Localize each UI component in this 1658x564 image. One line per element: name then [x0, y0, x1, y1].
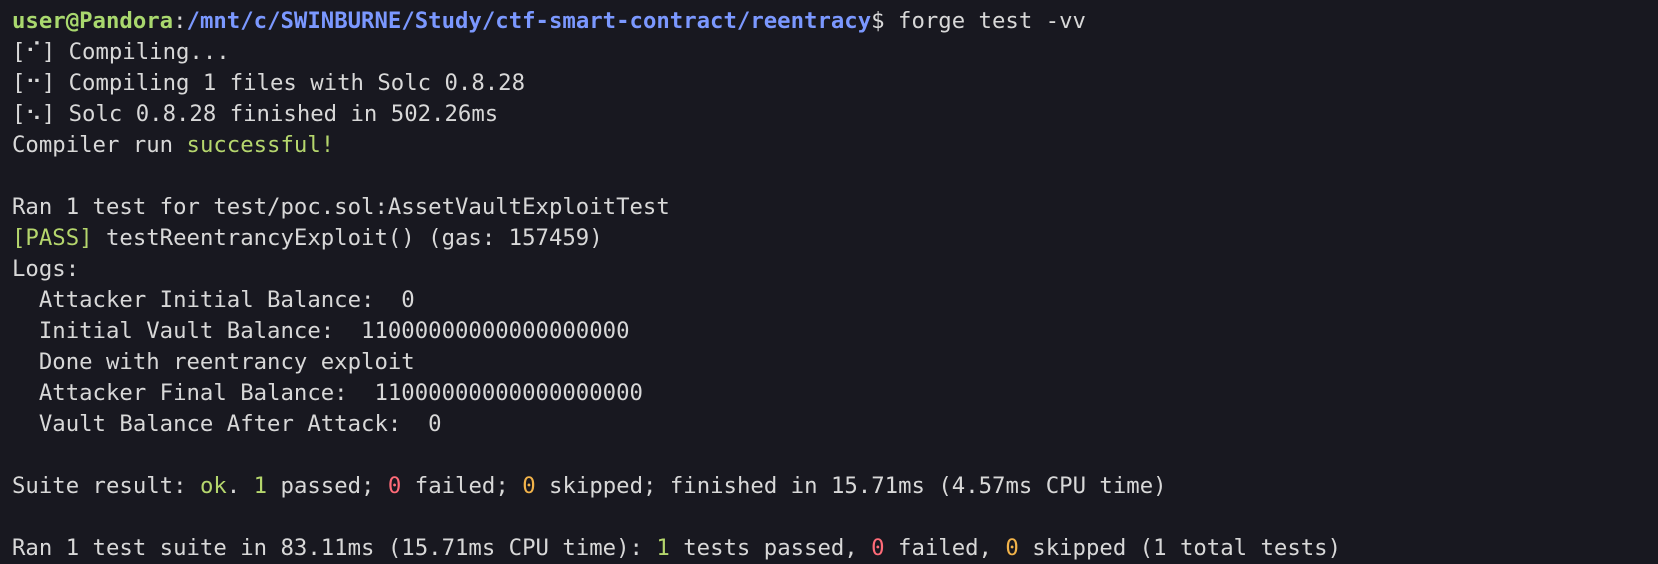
- compile-text: Solc 0.8.28 finished in 502.26ms: [55, 101, 499, 127]
- prompt-line: user@Pandora:/mnt/c/SWINBURNE/Study/ctf-…: [12, 6, 1658, 37]
- summary-skipped-text: skipped (1 total tests): [1018, 535, 1342, 561]
- compile-line-3: [⠢] Solc 0.8.28 finished in 502.26ms: [12, 99, 1658, 130]
- suite-passed-count: 1: [253, 473, 268, 499]
- summary-prefix: Ran 1 test suite in 83.11ms (15.71ms CPU…: [12, 535, 657, 561]
- log-line: Initial Vault Balance: 11000000000000000…: [12, 318, 630, 344]
- logs-label: Logs:: [12, 256, 80, 282]
- log-line: Done with reentrancy exploit: [12, 349, 415, 375]
- summary-passed-count: 1: [656, 535, 670, 561]
- suite-passed-text: passed;: [267, 473, 388, 499]
- spinner-icon: [⠢]: [12, 101, 56, 127]
- summary-skipped-count: 0: [1005, 535, 1019, 561]
- prompt-symbol: $: [871, 8, 885, 34]
- prompt-user: user@Pandora: [12, 8, 174, 34]
- compile-text: Compiling...: [55, 39, 230, 65]
- compiler-success-line: Compiler run successful!: [12, 130, 1658, 161]
- terminal-window[interactable]: user@Pandora:/mnt/c/SWINBURNE/Study/ctf-…: [0, 0, 1658, 561]
- suite-failed-text: failed;: [401, 473, 523, 499]
- pass-line: [PASS] testReentrancyExploit() (gas: 157…: [12, 223, 1658, 254]
- log-line: Vault Balance After Attack: 0: [12, 411, 442, 437]
- compile-text: Compiling 1 files with Solc 0.8.28: [55, 70, 526, 96]
- log-line: Attacker Initial Balance: 0: [12, 287, 415, 313]
- suite-skipped-count: 0: [522, 473, 536, 499]
- prompt-path: /mnt/c/SWINBURNE/Study/ctf-smart-contrac…: [186, 8, 872, 34]
- suite-result-line: Suite result: ok. 1 passed; 0 failed; 0 …: [12, 471, 1658, 502]
- suite-ok: ok: [199, 473, 227, 499]
- ran-test-line: Ran 1 test for test/poc.sol:AssetVaultEx…: [12, 194, 670, 220]
- spinner-icon: [⠊]: [12, 39, 56, 65]
- summary-failed-text: failed,: [884, 535, 1006, 561]
- suite-failed-count: 0: [387, 473, 402, 499]
- compile-line-1: [⠊] Compiling...: [12, 37, 1658, 68]
- pass-tag: [PASS]: [12, 225, 93, 251]
- spinner-icon: [⠒]: [12, 70, 56, 96]
- suite-prefix: Suite result:: [12, 473, 200, 499]
- summary-passed-text: tests passed,: [669, 535, 872, 561]
- prompt-separator: :: [173, 8, 187, 34]
- suite-skipped-text: skipped; finished in 15.71ms (4.57ms CPU…: [535, 473, 1167, 499]
- log-line: Attacker Final Balance: 1100000000000000…: [12, 380, 643, 406]
- summary-failed-count: 0: [871, 535, 885, 561]
- prompt-command: forge test -vv: [884, 8, 1086, 34]
- pass-test-name: testReentrancyExploit() (gas: 157459): [92, 225, 603, 251]
- suite-dot: .: [226, 473, 254, 499]
- summary-line: Ran 1 test suite in 83.11ms (15.71ms CPU…: [12, 533, 1658, 564]
- compile-line-2: [⠒] Compiling 1 files with Solc 0.8.28: [12, 68, 1658, 99]
- compiler-success-prefix: Compiler run: [12, 132, 187, 158]
- compiler-success-word: successful!: [186, 132, 335, 158]
